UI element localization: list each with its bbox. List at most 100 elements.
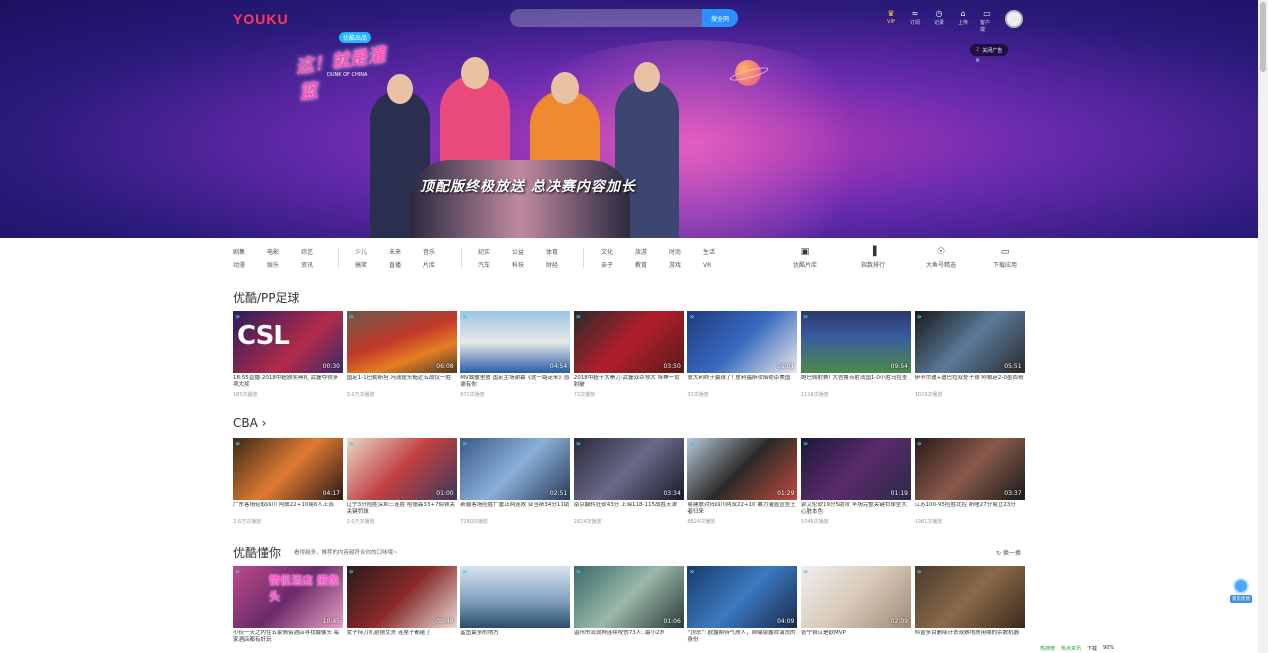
video-title[interactable]: 科普多目删除计去观察地质用哪的杀数机器 [915,630,1025,644]
quick-ranking[interactable]: ▐ 指数排行 [853,246,893,272]
video-title[interactable]: 鲍巴佩射赛! 大吉鲁点射法国1-0小胜乌拉圭 [801,375,911,389]
video-card[interactable]: » 01:19 郭艾伦砍19分5助攻 半场完整关键罚球坐大心脏本色 5346次播… [800,438,911,525]
video-thumbnail[interactable]: » 04:17 [233,438,343,500]
video-thumbnail[interactable]: » [460,566,571,628]
quick-youku-library[interactable]: ▣ 优酷片库 [785,246,825,272]
video-title[interactable]: 新疆客场险胜广厦止两连败 亚当斯34分11助 [460,502,570,516]
video-thumbnail[interactable]: » 02:51 [460,438,571,500]
client-button[interactable]: ▭ 客户端 [980,9,994,33]
nav-link[interactable]: 音乐 [423,246,435,259]
video-card[interactable]: » 情侣酒店 摄像头 10:45 小伙一天之内住五家情侣酒店寻找摄像头 每家酒店… [233,566,343,644]
video-card[interactable]: » 05:01 意大利终于赢球了! 皮利福斯攻陷绝杀美国 31次播放 [687,311,798,398]
video-card[interactable]: » 科普多目删除计去观察地质用哪的杀数机器 [914,566,1025,644]
section-title-football[interactable]: 优酷/PP足球 [233,289,300,306]
video-card[interactable]: » 01:06 温州市流浪狗连续咬伤73人: 最小2岁 [573,566,684,644]
search-button[interactable]: 搜全网 [702,9,738,27]
upload-button[interactable]: ⌂ 上传 [956,9,970,33]
video-card[interactable]: » 05:51 伊卡尔迪+迪巴拉双处子球 阿根廷2-0墨西哥 1029次播放 [914,311,1025,398]
nav-link[interactable]: 公益 [512,246,524,259]
nav-link[interactable]: 生活 [703,246,715,259]
video-card[interactable]: » 06:08 国足1-1巴勒斯坦 冯潇霆头槌近五战仅一胜 3.0万次播放 [346,311,457,398]
video-card[interactable]: » 03:37 江苏100-95险胜北控 斯隆27分易立23分 1981次播放 [914,438,1025,525]
nav-link[interactable]: 直播 [389,259,401,272]
nav-link[interactable]: 电影 [267,246,279,259]
close-icon[interactable]: × [975,57,980,64]
video-title[interactable]: 小伙一天之内住五家情侣酒店寻找摄像头 每家酒店都有好玩 [233,630,343,644]
video-card[interactable]: » 01:00 辽宁3分险胜深圳三连胜 哈德森33+7伯顿关关键罚球 2.0万次… [346,438,457,525]
video-thumbnail[interactable]: » [914,566,1025,628]
video-thumbnail[interactable]: » 03:50 [573,311,684,373]
video-card[interactable]: » 04:17 广东客场轻取四川 阿联22+10易6人上双 2.6万次播放 [233,438,343,525]
video-title[interactable]: 女子持刀扎砸随丈夫 连席子都砸了 [347,630,457,644]
video-thumbnail[interactable]: » 03:34 [573,438,684,500]
video-card[interactable]: » 鲨鱼最多的地方 [460,566,571,644]
video-card[interactable]: » 03:50 2018中超十大拳刀-武磊双杀领大 埃神一货射破 72次播放 [573,311,684,398]
nav-link[interactable]: 财经 [546,259,558,272]
search-input[interactable] [510,9,702,27]
video-title[interactable]: 辽宁3分险胜深圳三连胜 哈德森33+7伯顿关关键罚球 [347,502,457,516]
video-title[interactable]: 南京翻转狂砍43分 上海118-115战胜天津 [574,502,684,516]
close-ad-button[interactable]: 2 关闭广告 [970,44,1009,56]
video-title[interactable]: 易建联对阵四川两双22+10 暴力灌篮宣告王者归来 [687,502,797,516]
video-thumbnail[interactable]: » 09:54 [800,311,911,373]
video-title[interactable]: 意大利终于赢球了! 皮利福斯攻陷绝杀美国 [687,375,797,389]
quick-dayu[interactable]: ☉ 大鱼号精选 [921,246,961,272]
video-title[interactable]: 2018中超十大拳刀-武磊双杀领大 埃神一货射破 [574,375,684,389]
video-thumbnail[interactable]: » 01:06 [573,566,684,628]
nav-link[interactable]: 片库 [423,259,435,272]
video-title[interactable]: MV致敬里皮 国足主场谢幕《这一路走来》感谢有你 [460,375,570,389]
status-item[interactable]: 热点资讯 [1061,645,1081,653]
video-card[interactable]: » CSL 00:30 18:55直播-2018中超颁奖典礼 武磊夺得多项大奖 … [233,311,343,398]
video-thumbnail[interactable]: » 05:51 [914,311,1025,373]
user-avatar[interactable] [1005,10,1023,28]
video-title[interactable]: 鲨鱼最多的地方 [460,630,570,644]
video-title[interactable]: 江苏100-95险胜北控 斯隆27分易立23分 [915,502,1025,516]
nav-link[interactable]: 动漫 [233,259,245,272]
video-thumbnail[interactable]: » 01:19 [800,438,911,500]
nav-link[interactable]: VR [703,259,715,272]
nav-link[interactable]: 旅游 [635,246,647,259]
nav-link[interactable]: 文化 [601,246,613,259]
youku-logo[interactable]: YOUKU [233,11,289,27]
video-thumbnail[interactable]: » 05:01 [687,311,798,373]
video-thumbnail[interactable]: » 06:08 [346,311,457,373]
video-card[interactable]: » 00:46 女子持刀扎砸随丈夫 连席子都砸了 [346,566,457,644]
video-thumbnail[interactable]: » CSL 00:30 [233,311,343,373]
refresh-button[interactable]: ↻ 换一换 [996,548,1021,557]
scrollbar-thumb[interactable] [1260,2,1266,72]
status-item[interactable]: 热搜榜 [1040,645,1055,653]
nav-link[interactable]: 搞笑 [355,259,367,272]
video-title[interactable]: “顶总”: 欧露期待气质人，自曝恩露欢演员的身份 [687,630,797,644]
nav-link[interactable]: 时尚 [669,246,681,259]
video-card[interactable]: » 04:09 “顶总”: 欧露期待气质人，自曝恩露欢演员的身份 [687,566,798,644]
video-thumbnail[interactable]: » 04:09 [687,566,798,628]
feedback-button[interactable]: 意见反馈 [1228,578,1254,606]
video-thumbnail[interactable]: » 02:09 [800,566,911,628]
nav-link[interactable]: 游戏 [669,259,681,272]
nav-link[interactable]: 纪实 [478,246,490,259]
nav-link[interactable]: 未来 [389,246,401,259]
video-thumbnail[interactable]: » 01:00 [346,438,457,500]
video-card[interactable]: » 02:51 新疆客场险胜广厦止两连败 亚当斯34分11助 7280次播放 [460,438,571,525]
video-thumbnail[interactable]: » 04:54 [460,311,571,373]
nav-link[interactable]: 教育 [635,259,647,272]
video-card[interactable]: » 01:29 易建联对阵四川两双22+10 暴力灌篮宣告王者归来 8824次播… [687,438,798,525]
hero-banner[interactable]: 优酷出品 这！就是灌篮 DUNK OF CHINA 顶配版终极放送 总决赛内容加… [0,0,1258,238]
nav-link[interactable]: 娱乐 [267,259,279,272]
vip-button[interactable]: ♛ VIP [884,9,898,33]
history-button[interactable]: ◷ 记录 [932,9,946,33]
video-title[interactable]: 温州市流浪狗连续咬伤73人: 最小2岁 [574,630,684,644]
nav-link[interactable]: 亲子 [601,259,613,272]
video-thumbnail[interactable]: » 03:37 [914,438,1025,500]
video-title[interactable]: 郭艾伦砍19分5助攻 半场完整关键罚球坐大心脏本色 [801,502,911,516]
video-thumbnail[interactable]: » 00:46 [346,566,457,628]
nav-link[interactable]: 汽车 [478,259,490,272]
page-scrollbar[interactable] [1258,0,1268,653]
status-item[interactable]: 下载 [1087,645,1097,653]
section-title-cba[interactable]: CBA › [233,416,266,430]
video-title[interactable]: 18:55直播-2018中超颁奖典礼 武磊夺得多项大奖 [233,375,343,389]
zoom-level[interactable]: 90% [1103,645,1114,653]
nav-link[interactable]: 科技 [512,259,524,272]
video-title[interactable]: 伊卡尔迪+迪巴拉双处子球 阿根廷2-0墨西哥 [915,375,1025,389]
video-card[interactable]: » 09:54 鲍巴佩射赛! 大吉鲁点射法国1-0小胜乌拉圭 1118次播放 [800,311,911,398]
